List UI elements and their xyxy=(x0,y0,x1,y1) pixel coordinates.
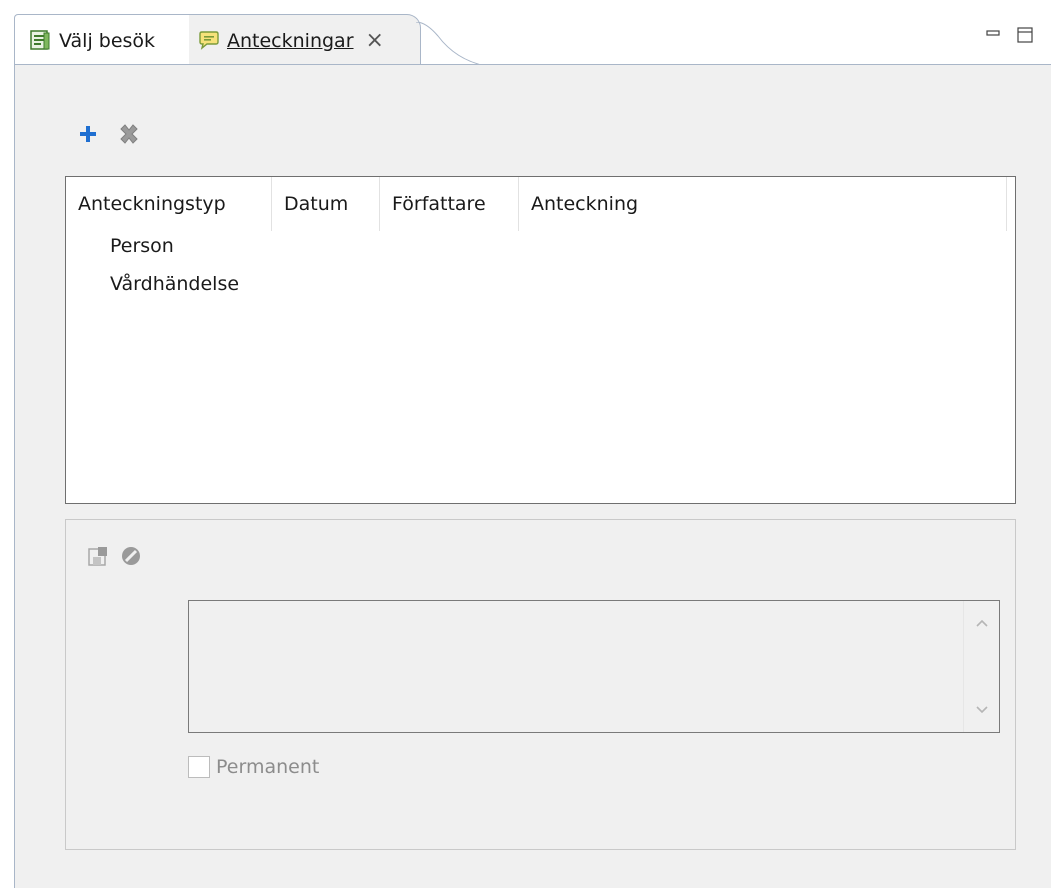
close-icon[interactable]: × xyxy=(366,28,384,53)
permanent-label: Permanent xyxy=(216,756,320,778)
note-editor-group: Permanent xyxy=(65,519,1016,850)
column-header-forfattare[interactable]: Författare xyxy=(380,177,519,231)
delete-icon[interactable] xyxy=(117,122,141,146)
column-header-datum[interactable]: Datum xyxy=(272,177,380,231)
notes-table[interactable]: Anteckningstyp Datum Författare Anteckni… xyxy=(65,176,1016,504)
tab-edge xyxy=(416,22,486,66)
tab-label: Anteckningar xyxy=(227,29,354,52)
tab-valj-besok[interactable]: Välj besök xyxy=(14,14,190,66)
note-icon xyxy=(197,29,221,53)
column-header-anteckningstyp[interactable]: Anteckningstyp xyxy=(66,177,272,231)
cancel-icon[interactable] xyxy=(119,544,143,568)
editor-tab-bar: Välj besök Anteckningar × xyxy=(0,0,1051,66)
chevron-down-icon[interactable] xyxy=(964,692,1000,728)
notes-view: Anteckningstyp Datum Författare Anteckni… xyxy=(14,64,1051,888)
plus-icon[interactable] xyxy=(76,122,100,146)
note-text-area[interactable] xyxy=(188,600,1000,733)
tab-label: Välj besök xyxy=(59,29,156,52)
minimize-icon[interactable] xyxy=(984,26,1002,44)
table-header: Anteckningstyp Datum Författare Anteckni… xyxy=(66,177,1015,231)
permanent-checkbox-row[interactable]: Permanent xyxy=(188,756,319,778)
list-item-person[interactable]: Person xyxy=(110,233,174,259)
column-header-anteckning[interactable]: Anteckning xyxy=(519,177,1007,231)
save-icon[interactable] xyxy=(86,544,110,568)
maximize-icon[interactable] xyxy=(1016,26,1034,44)
list-window-icon xyxy=(29,29,53,53)
tab-anteckningar[interactable]: Anteckningar × xyxy=(189,14,421,66)
permanent-checkbox[interactable] xyxy=(188,756,210,778)
list-item-vardhandelse[interactable]: Vårdhändelse xyxy=(110,271,239,297)
vertical-scrollbar[interactable] xyxy=(963,601,999,732)
chevron-up-icon[interactable] xyxy=(964,605,1000,641)
